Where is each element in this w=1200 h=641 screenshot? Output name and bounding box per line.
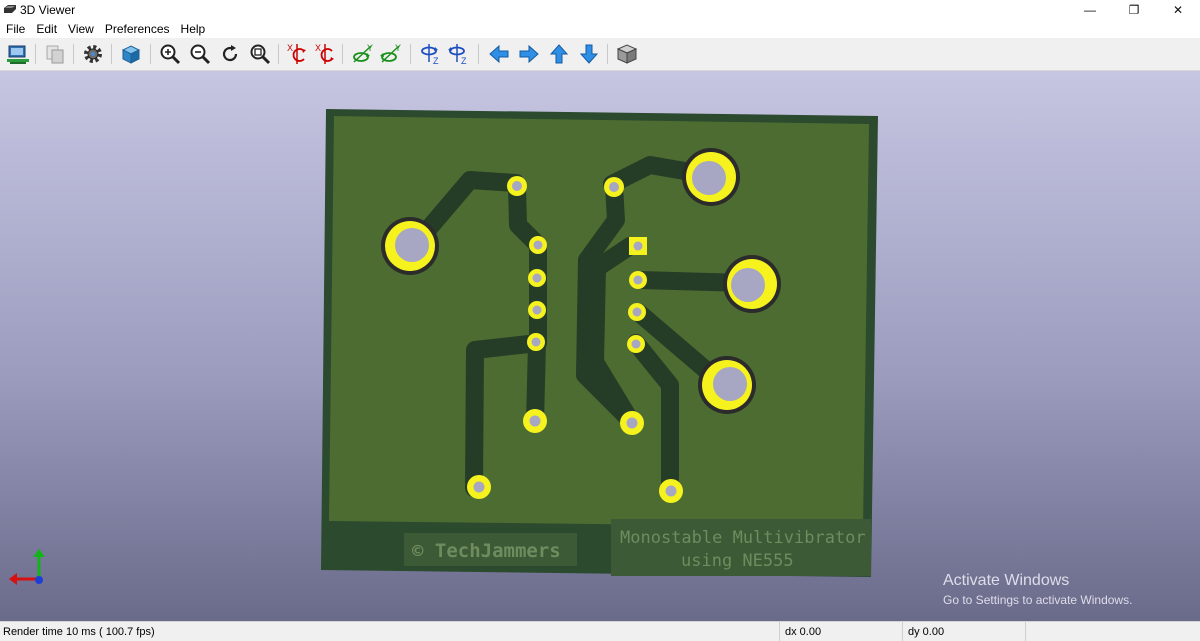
3d-viewport[interactable]: © TechJammers Monostable Multivibrator u… (0, 71, 1200, 621)
arrow-right-icon (519, 44, 539, 64)
app-icon (4, 5, 16, 13)
menu-help[interactable]: Help (175, 20, 211, 38)
watermark-line1: Activate Windows (943, 572, 1070, 589)
settings-button[interactable] (80, 41, 106, 67)
menu-view[interactable]: View (62, 20, 99, 38)
render-time-status: Render time 10 ms ( 100.7 fps) (3, 626, 155, 638)
zoom-in-button[interactable] (157, 41, 183, 67)
arrow-left-icon (489, 44, 509, 64)
redraw-button[interactable] (217, 41, 243, 67)
rotate-z-icon: Z (448, 44, 467, 66)
move-left-button[interactable] (486, 41, 512, 67)
zoom-out-button[interactable] (187, 41, 213, 67)
menu-edit[interactable]: Edit (30, 20, 62, 38)
refresh-icon (222, 45, 238, 62)
svg-text:Z: Z (461, 56, 467, 66)
arrow-up-icon (549, 44, 569, 64)
minimize-button[interactable]: — (1068, 0, 1112, 20)
ortho-cube-icon (616, 44, 638, 64)
menu-preferences[interactable]: Preferences (99, 20, 175, 38)
ortho-toggle-button[interactable] (614, 41, 640, 67)
watermark-line2: Go to Settings to activate Windows. (943, 593, 1133, 607)
rotate-z-icon: Z (421, 44, 439, 66)
activate-windows-watermark: Activate Windows Go to Settings to activ… (943, 572, 1132, 607)
title-bar: 3D Viewer — ❐ ✕ (0, 0, 1200, 20)
zoom-out-icon (190, 44, 211, 65)
rotate-y-cw-button[interactable]: Y (350, 41, 376, 67)
restore-button[interactable]: ❐ (1112, 0, 1156, 20)
move-up-button[interactable] (546, 41, 572, 67)
dy-status: dy 0.00 (902, 622, 1024, 641)
close-button[interactable]: ✕ (1156, 0, 1200, 20)
reload-board-icon (7, 45, 29, 64)
status-bar: Render time 10 ms ( 100.7 fps) dx 0.00 d… (0, 621, 1200, 641)
reload-board-button[interactable] (5, 41, 31, 67)
rotate-y-icon: Y (380, 43, 401, 63)
rotate-x-ccw-button[interactable]: X (312, 41, 338, 67)
gear-icon (84, 45, 102, 63)
rotate-x-cw-button[interactable]: X (284, 41, 310, 67)
rotate-y-ccw-button[interactable]: Y (378, 41, 404, 67)
status-separator (1025, 622, 1027, 641)
raytracing-button[interactable] (118, 41, 144, 67)
arrow-down-icon (579, 44, 599, 64)
move-right-button[interactable] (516, 41, 542, 67)
zoom-fit-icon (250, 44, 271, 65)
rotate-y-icon: Y (353, 43, 373, 63)
copy-icon (46, 45, 64, 64)
pcb-board-render: © TechJammers Monostable Multivibrator u… (321, 109, 878, 577)
rotate-x-icon: X (315, 43, 334, 64)
svg-text:X: X (287, 43, 293, 53)
menu-bar: File Edit View Preferences Help (0, 20, 1200, 38)
zoom-fit-button[interactable] (247, 41, 273, 67)
rotate-z-cw-button[interactable]: Z (418, 41, 444, 67)
axis-indicator (9, 549, 45, 585)
silkscreen-left-text: © TechJammers (412, 540, 561, 562)
menu-file[interactable]: File (0, 20, 30, 38)
silkscreen-right-line2: using NE555 (681, 551, 794, 571)
svg-text:X: X (315, 43, 321, 53)
rotate-z-ccw-button[interactable]: Z (446, 41, 472, 67)
render-cube-icon (121, 45, 141, 64)
move-down-button[interactable] (576, 41, 602, 67)
dx-status: dx 0.00 (779, 622, 894, 641)
rotate-x-icon: X (287, 43, 306, 64)
zoom-in-icon (160, 44, 181, 65)
svg-text:Z: Z (433, 56, 439, 66)
silkscreen-right-line1: Monostable Multivibrator (620, 528, 866, 548)
toolbar: X X Y Y Z Z (0, 38, 1200, 71)
window-title: 3D Viewer (20, 3, 76, 17)
copy-image-button[interactable] (42, 41, 68, 67)
